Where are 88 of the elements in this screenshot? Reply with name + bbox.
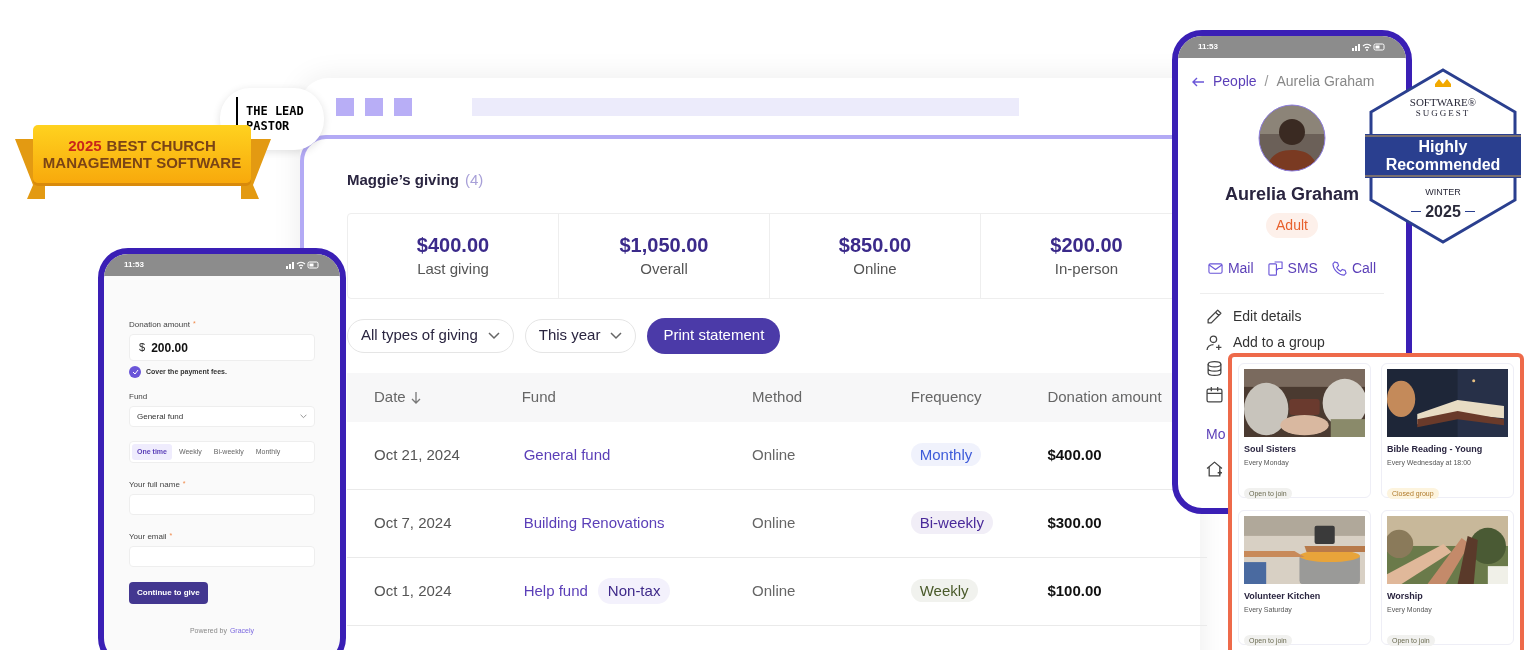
mail-icon bbox=[1207, 261, 1223, 276]
chat-phone-icon bbox=[1267, 261, 1283, 276]
badge-title: Highly Recommended bbox=[1384, 138, 1502, 174]
field-label: Fund bbox=[129, 391, 148, 403]
badge-year: 2025 bbox=[1425, 201, 1461, 222]
home-icon bbox=[1206, 460, 1223, 477]
stat-value: $400.00 bbox=[416, 232, 490, 258]
field-label: Donation amount bbox=[129, 319, 190, 331]
group-title: Worship bbox=[1387, 590, 1424, 603]
date-text: Oct 21, 2024 bbox=[374, 446, 460, 463]
field-label: Your full name bbox=[129, 479, 180, 491]
amount-value: 200.00 bbox=[151, 339, 188, 357]
chevron-down-icon bbox=[300, 414, 307, 419]
fund-select[interactable]: General fund bbox=[129, 406, 315, 427]
field-label: Your email bbox=[129, 531, 167, 543]
breadcrumb-current: Aurelia Graham bbox=[1276, 72, 1375, 91]
status-time: 11:53 bbox=[1198, 41, 1219, 53]
contact-action-link[interactable]: SMS bbox=[1267, 258, 1318, 279]
back-arrow-icon[interactable] bbox=[1192, 76, 1205, 87]
stat-label: Last giving bbox=[417, 258, 489, 279]
status-icons bbox=[1352, 43, 1386, 51]
checkmark-icon bbox=[131, 369, 139, 375]
currency-symbol: $ bbox=[139, 340, 146, 356]
stat-label: Online bbox=[853, 258, 897, 279]
coins-icon bbox=[1206, 360, 1223, 377]
fund-link[interactable]: General fund bbox=[523, 443, 611, 467]
column-header[interactable]: Method bbox=[752, 385, 803, 409]
profile-name: Aurelia Graham bbox=[1224, 183, 1360, 206]
season-text: WINTER bbox=[1425, 186, 1461, 199]
sort-arrow-icon bbox=[410, 390, 421, 404]
more-link[interactable]: Mo bbox=[1206, 424, 1226, 445]
count-text: (4) bbox=[464, 170, 484, 190]
method-text: Online bbox=[752, 446, 796, 463]
checkbox[interactable] bbox=[129, 366, 141, 378]
stat-label: In-person bbox=[1054, 258, 1119, 279]
fund-link[interactable]: Help fund bbox=[523, 579, 588, 603]
group-title: Soul Sisters bbox=[1244, 443, 1298, 456]
group-title: Volunteer Kitchen bbox=[1244, 590, 1322, 603]
continue-button[interactable]: Continue to give bbox=[129, 582, 208, 604]
stat-value: $200.00 bbox=[1050, 232, 1123, 258]
contact-action-link[interactable]: Call bbox=[1331, 258, 1377, 279]
date-text: Oct 1, 2024 bbox=[374, 582, 452, 599]
frequency-badge: Monthly bbox=[910, 443, 982, 466]
header-placeholder-square bbox=[394, 97, 412, 116]
method-text: Online bbox=[752, 514, 796, 531]
contact-action-link[interactable]: Mail bbox=[1207, 258, 1254, 279]
breadcrumb-link[interactable]: People bbox=[1213, 71, 1257, 92]
amount-text: $300.00 bbox=[1047, 514, 1102, 531]
stat-label: Overall bbox=[640, 258, 688, 279]
column-header[interactable]: Donation amount bbox=[1047, 385, 1162, 409]
phone-icon bbox=[1331, 261, 1347, 276]
tag-badge: Non-tax bbox=[597, 577, 671, 605]
fund-link[interactable]: Building Renovations bbox=[523, 511, 665, 535]
breadcrumb-separator: / bbox=[1264, 72, 1269, 91]
menu-item[interactable]: Add to a group bbox=[1206, 332, 1325, 353]
add-person-icon bbox=[1206, 334, 1223, 351]
calendar-icon bbox=[1206, 386, 1223, 403]
award-year: 2025 bbox=[68, 137, 102, 154]
chevron-down-icon bbox=[487, 331, 500, 340]
header-placeholder-square bbox=[336, 97, 354, 116]
crown-icon bbox=[1435, 79, 1451, 87]
amount-text: $400.00 bbox=[1047, 446, 1102, 463]
amount-text: $100.00 bbox=[1047, 582, 1102, 599]
stat-value: $1,050.00 bbox=[619, 232, 709, 258]
section-title: Maggie’s giving bbox=[347, 170, 459, 190]
status-time: 11:53 bbox=[124, 259, 145, 271]
header-placeholder-square bbox=[365, 97, 383, 116]
chevron-down-icon bbox=[610, 331, 623, 340]
menu-item[interactable]: Edit details bbox=[1206, 306, 1302, 327]
pencil-icon bbox=[1206, 308, 1223, 325]
column-header[interactable]: Date bbox=[374, 385, 421, 409]
award-title: BEST CHURCH bbox=[106, 137, 216, 154]
amount-field[interactable]: $ 200.00 bbox=[129, 334, 315, 361]
brand-text: SOFTWARE® bbox=[1409, 96, 1477, 108]
logo-text: THE LEAD PASTOR bbox=[246, 104, 304, 134]
status-icons bbox=[286, 261, 320, 269]
column-header[interactable]: Fund bbox=[521, 385, 556, 409]
stat-value: $850.00 bbox=[838, 232, 912, 258]
frequency-badge: Bi-weekly bbox=[910, 511, 993, 534]
column-header[interactable]: Frequency bbox=[910, 385, 982, 409]
print-statement-button[interactable]: Print statement bbox=[647, 317, 781, 354]
brand-text: SUGGEST bbox=[1415, 108, 1471, 119]
method-text: Online bbox=[752, 582, 796, 599]
date-text: Oct 7, 2024 bbox=[374, 514, 452, 531]
group-title: Bible Reading - Young bbox=[1387, 443, 1484, 456]
frequency-badge: Weekly bbox=[910, 579, 978, 602]
role-tag: Adult bbox=[1266, 213, 1318, 238]
award-title: MANAGEMENT SOFTWARE bbox=[42, 154, 242, 171]
